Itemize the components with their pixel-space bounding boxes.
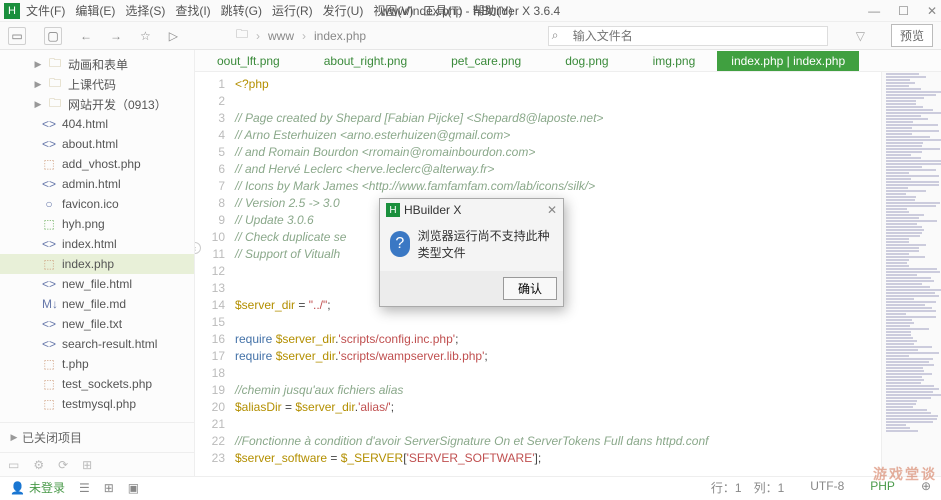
sidebar: ▶🗀动画和表单▶🗀上课代码▶🗀网站开发（0913）<>404.html<>abo… bbox=[0, 50, 195, 476]
run-icon[interactable]: ▷ bbox=[169, 29, 178, 43]
menu-item[interactable]: 编辑(E) bbox=[75, 2, 115, 19]
tree-folder[interactable]: ▶🗀网站开发（0913） bbox=[0, 94, 194, 114]
maximize-icon[interactable]: ☐ bbox=[898, 4, 909, 18]
encoding[interactable]: UTF-8 bbox=[810, 479, 844, 496]
line-gutter: 1234567891011121314151617181920212223 bbox=[195, 72, 235, 476]
tree-file[interactable]: <>about.html bbox=[0, 134, 194, 154]
menu-item[interactable]: 运行(R) bbox=[272, 2, 313, 19]
minimap[interactable] bbox=[881, 72, 941, 476]
preview-button[interactable]: 预览 bbox=[891, 24, 933, 47]
tree-file[interactable]: <>search-result.html bbox=[0, 334, 194, 354]
file-tree: ▶🗀动画和表单▶🗀上课代码▶🗀网站开发（0913）<>404.html<>abo… bbox=[0, 54, 194, 422]
tree-file[interactable]: ⬚index.php bbox=[0, 254, 194, 274]
toolbar: ▭ ▢ ← → ☆ ▷ 🗀 › www › index.php ⌕ ▽ 预览 bbox=[0, 22, 941, 50]
back-icon[interactable]: ← bbox=[80, 29, 92, 43]
menu-item[interactable]: 文件(F) bbox=[26, 2, 65, 19]
editor-tab[interactable]: dog.png bbox=[543, 54, 630, 68]
dialog-ok-button[interactable]: 确认 bbox=[503, 277, 557, 300]
star-icon[interactable]: ☆ bbox=[140, 29, 151, 43]
dialog-message: 浏览器运行尚不支持此种类型文件 bbox=[418, 227, 553, 261]
tree-file[interactable]: <>new_file.html bbox=[0, 274, 194, 294]
settings-icon[interactable]: ⚙ bbox=[33, 458, 44, 472]
outline-icon[interactable]: ☰ bbox=[79, 481, 90, 495]
tree-file[interactable]: <>admin.html bbox=[0, 174, 194, 194]
status-bar: 👤未登录 ☰ ⊞ ▣ 行：1 列：1 UTF-8 PHP ⊕ bbox=[0, 476, 941, 498]
watermark: 游戏堂谈 bbox=[873, 464, 937, 484]
app-logo: H bbox=[4, 3, 20, 19]
user-icon: 👤 bbox=[10, 481, 25, 495]
tree-file[interactable]: ⬚t.php bbox=[0, 354, 194, 374]
close-icon[interactable]: ✕ bbox=[927, 4, 937, 18]
menu-item[interactable]: 跳转(G) bbox=[221, 2, 262, 19]
app-icon: H bbox=[386, 203, 400, 217]
dialog-title: HBuilder X bbox=[404, 203, 461, 217]
tree-folder[interactable]: ▶🗀动画和表单 bbox=[0, 54, 194, 74]
question-icon: ? bbox=[390, 231, 410, 257]
tree-folder[interactable]: ▶🗀上课代码 bbox=[0, 74, 194, 94]
crumb-file[interactable]: index.php bbox=[314, 29, 366, 43]
editor-tabs: oout_lft.pngabout_right.pngpet_care.pngd… bbox=[195, 50, 941, 72]
new-file-button[interactable]: ▭ bbox=[8, 27, 26, 45]
tree-file[interactable]: <>new_file.txt bbox=[0, 314, 194, 334]
editor-tab[interactable]: about_right.png bbox=[302, 54, 429, 68]
terminal-icon[interactable]: ▭ bbox=[8, 458, 19, 472]
menu-item[interactable]: 查找(I) bbox=[175, 2, 210, 19]
filter-icon[interactable]: ▽ bbox=[856, 29, 865, 43]
alert-dialog: H HBuilder X ✕ ? 浏览器运行尚不支持此种类型文件 确认 bbox=[379, 198, 564, 307]
terminal-icon[interactable]: ▣ bbox=[128, 481, 139, 495]
editor-tab[interactable]: img.png bbox=[631, 54, 718, 68]
layout-icon[interactable]: ⊞ bbox=[82, 458, 92, 472]
closed-projects[interactable]: ▶已关闭项目 bbox=[0, 422, 194, 452]
folder-icon: 🗀 bbox=[236, 25, 248, 46]
split-icon[interactable]: ⊞ bbox=[104, 481, 114, 495]
title-bar: H 文件(F)编辑(E)选择(S)查找(I)跳转(G)运行(R)发行(U)视图(… bbox=[0, 0, 941, 22]
sync-icon[interactable]: ⟳ bbox=[58, 458, 68, 472]
tree-file[interactable]: ⬚hyh.png bbox=[0, 214, 194, 234]
search-icon: ⌕ bbox=[552, 28, 559, 43]
editor-tab[interactable]: pet_care.png bbox=[429, 54, 543, 68]
tree-file[interactable]: <>404.html bbox=[0, 114, 194, 134]
minimize-icon[interactable]: — bbox=[868, 4, 880, 18]
editor-area: oout_lft.pngabout_right.pngpet_care.pngd… bbox=[195, 50, 941, 476]
crumb-folder[interactable]: www bbox=[268, 29, 294, 43]
save-button[interactable]: ▢ bbox=[44, 27, 62, 45]
login-status[interactable]: 👤未登录 bbox=[10, 479, 65, 496]
editor-tab-active[interactable]: index.php | index.php bbox=[717, 51, 859, 71]
window-title: www/index.php - HBuilder X 3.6.4 bbox=[381, 4, 560, 18]
tree-file[interactable]: ⬚add_vhost.php bbox=[0, 154, 194, 174]
forward-icon[interactable]: → bbox=[110, 29, 122, 43]
cursor-position: 行：1 列：1 bbox=[711, 479, 784, 496]
menu-item[interactable]: 选择(S) bbox=[125, 2, 165, 19]
dialog-close-icon[interactable]: ✕ bbox=[547, 203, 557, 217]
tree-file[interactable]: ⬚test_sockets.php bbox=[0, 374, 194, 394]
tree-file[interactable]: <>index.html bbox=[0, 234, 194, 254]
tree-file[interactable]: ⬚testmysql.php bbox=[0, 394, 194, 414]
editor-tab[interactable]: oout_lft.png bbox=[195, 54, 302, 68]
menu-item[interactable]: 发行(U) bbox=[323, 2, 364, 19]
breadcrumb: 🗀 › www › index.php bbox=[236, 25, 366, 46]
sidebar-footer: ▭ ⚙ ⟳ ⊞ bbox=[0, 452, 194, 476]
tree-file[interactable]: M↓new_file.md bbox=[0, 294, 194, 314]
tree-file[interactable]: ○favicon.ico bbox=[0, 194, 194, 214]
search-input[interactable] bbox=[548, 26, 828, 46]
